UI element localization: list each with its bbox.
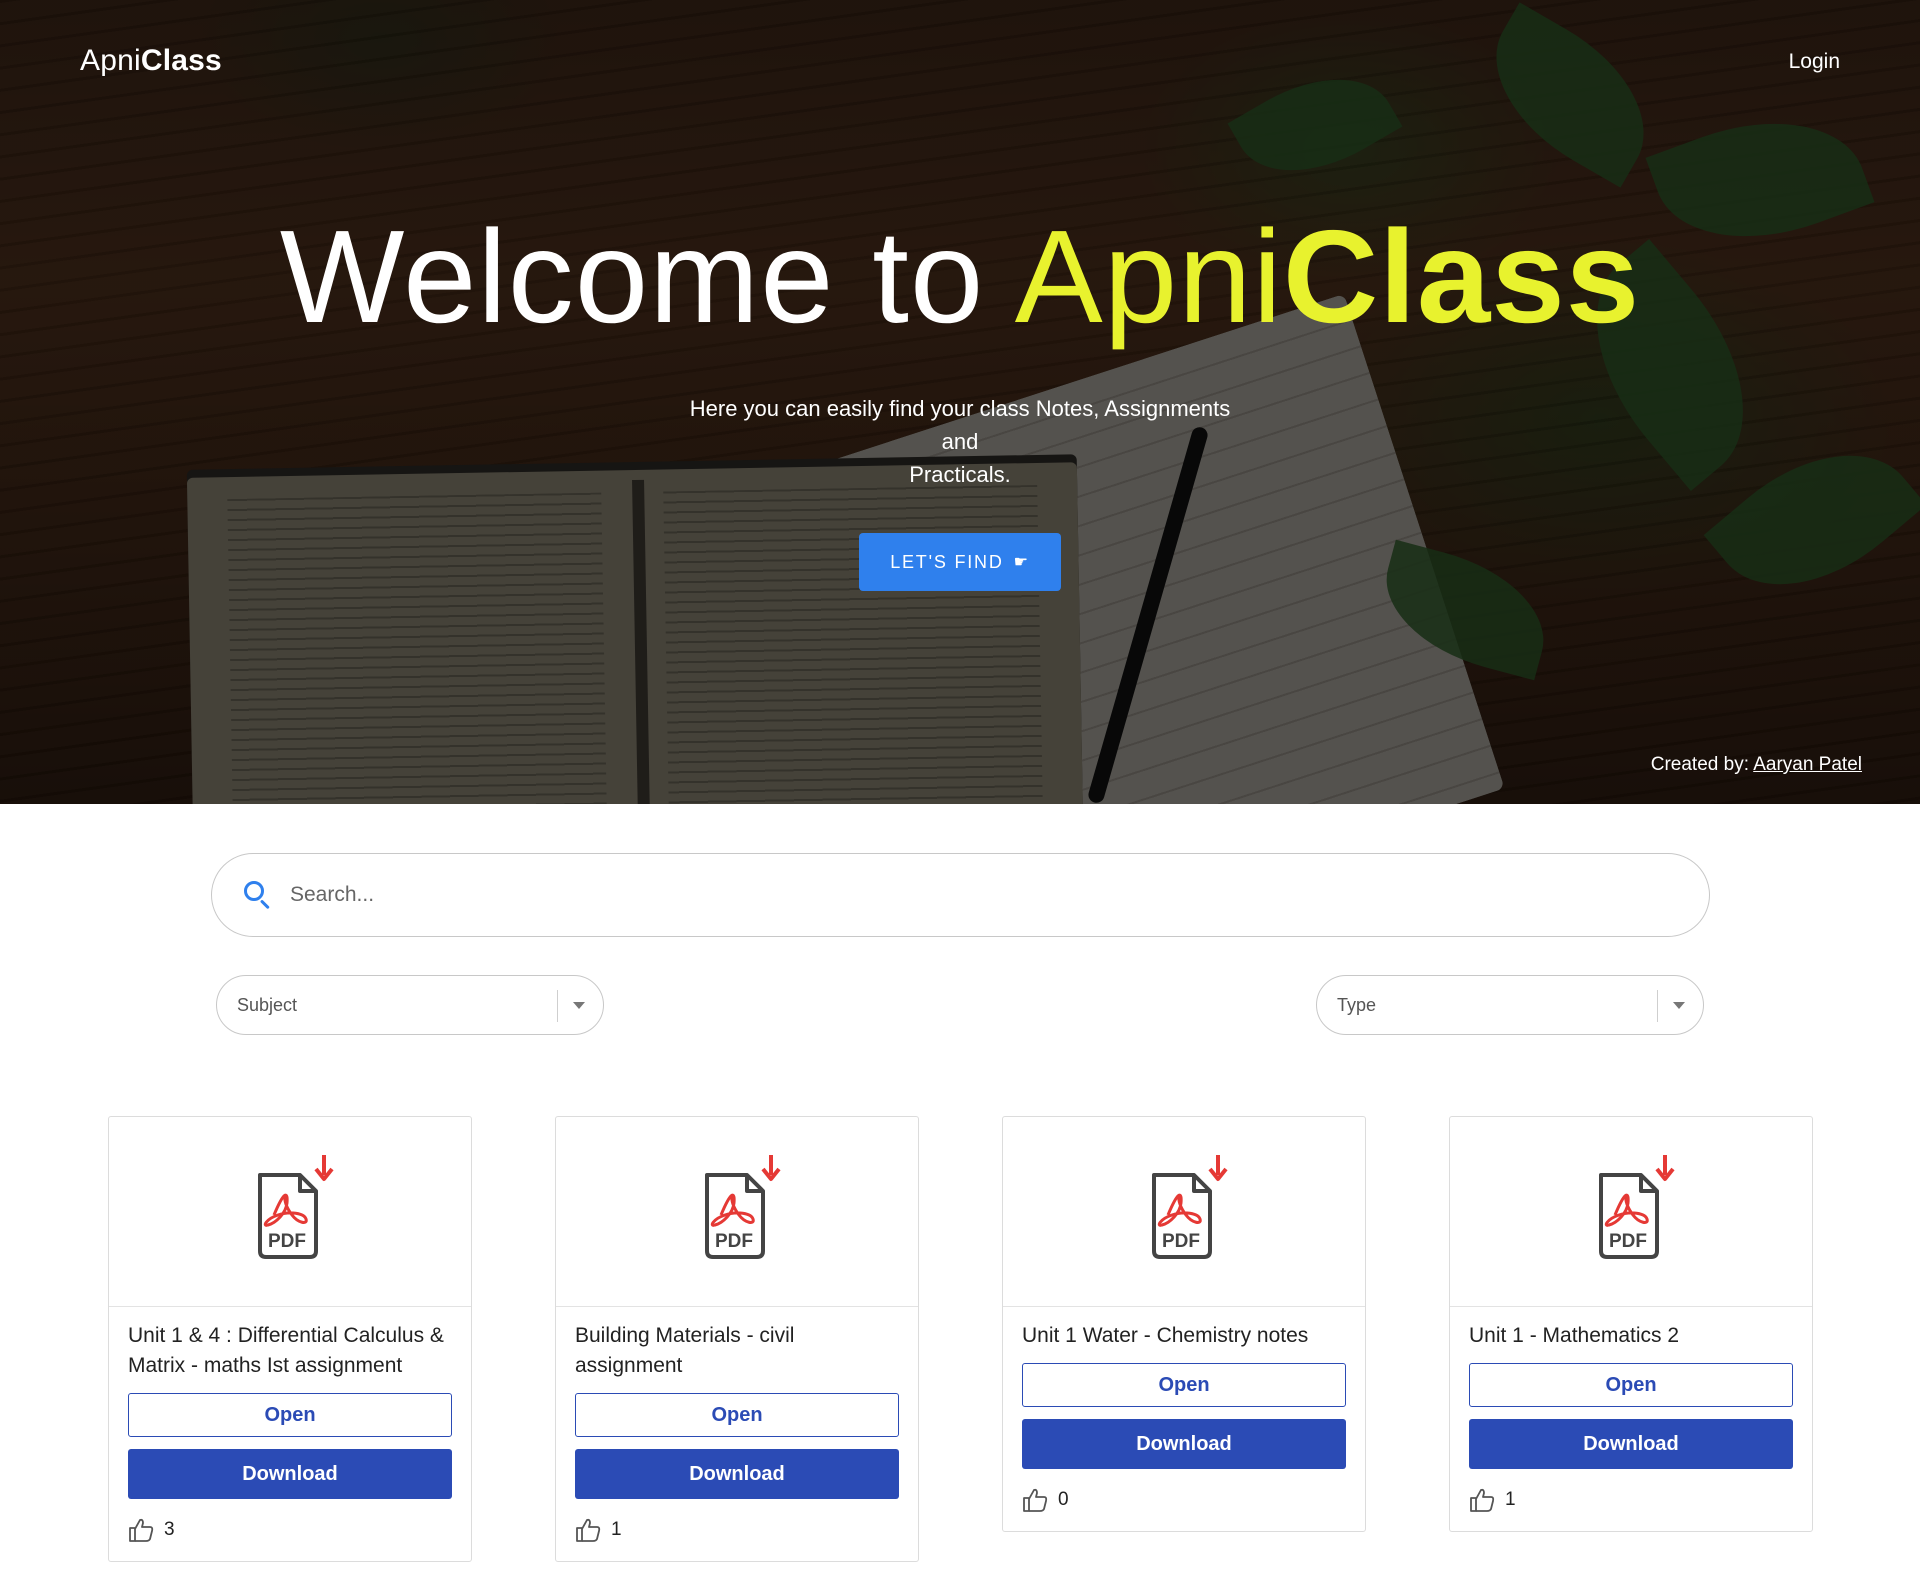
pdf-icon: PDF xyxy=(705,1155,781,1259)
resource-card: PDF Building Materials - civil assignmen… xyxy=(555,1116,919,1562)
download-button[interactable]: Download xyxy=(1022,1419,1346,1469)
like-count: 0 xyxy=(1058,1489,1069,1510)
search-input[interactable] xyxy=(290,883,1640,907)
lets-find-label: LET'S FIND xyxy=(890,551,1004,572)
type-select-label: Type xyxy=(1337,994,1377,1015)
pdf-icon: PDF xyxy=(1152,1155,1228,1259)
hero-title: Welcome to ApniClass xyxy=(0,202,1920,352)
select-divider xyxy=(557,990,558,1022)
thumbs-up-icon[interactable] xyxy=(575,1517,601,1543)
hero-title-welcome: Welcome to xyxy=(279,203,1015,350)
open-button[interactable]: Open xyxy=(128,1393,452,1437)
login-link[interactable]: Login xyxy=(1789,50,1840,74)
card-thumbnail: PDF xyxy=(1450,1117,1812,1307)
card-thumbnail: PDF xyxy=(1003,1117,1365,1307)
download-button[interactable]: Download xyxy=(1469,1419,1793,1469)
like-count: 3 xyxy=(164,1519,175,1540)
credit-label: Created by: xyxy=(1650,754,1754,775)
card-title: Unit 1 & 4 : Differential Calculus & Mat… xyxy=(128,1324,444,1377)
hero-banner: ApniClass Login Welcome to ApniClass Her… xyxy=(0,0,1920,804)
svg-text:PDF: PDF xyxy=(1609,1231,1647,1252)
card-body: Unit 1 & 4 : Differential Calculus & Mat… xyxy=(109,1307,471,1561)
search-bar[interactable] xyxy=(211,853,1710,937)
creator-link[interactable]: Aaryan Patel xyxy=(1753,754,1862,775)
like-count: 1 xyxy=(1505,1489,1516,1510)
lets-find-button[interactable]: LET'S FIND ☛ xyxy=(859,533,1061,591)
hero-subtitle: Here you can easily find your class Note… xyxy=(0,392,1920,491)
like-row: 3 xyxy=(128,1517,452,1543)
download-button[interactable]: Download xyxy=(575,1449,899,1499)
like-row: 0 xyxy=(1022,1487,1346,1513)
download-button[interactable]: Download xyxy=(128,1449,452,1499)
pointing-hand-icon: ☛ xyxy=(1013,554,1030,571)
brand-text-bold: Class xyxy=(140,44,222,77)
resource-card: PDF Unit 1 Water - Chemistry notes Open … xyxy=(1002,1116,1366,1532)
card-body: Unit 1 Water - Chemistry notes Open Down… xyxy=(1003,1307,1365,1531)
resource-card: PDF Unit 1 - Mathematics 2 Open Download… xyxy=(1449,1116,1813,1532)
card-body: Building Materials - civil assignment Op… xyxy=(556,1307,918,1561)
svg-text:PDF: PDF xyxy=(715,1231,753,1252)
subject-select-label: Subject xyxy=(237,994,298,1015)
pdf-icon: PDF xyxy=(258,1155,334,1259)
open-button[interactable]: Open xyxy=(1469,1363,1793,1407)
thumbs-up-icon[interactable] xyxy=(128,1517,154,1543)
select-divider xyxy=(1657,990,1658,1022)
hero-title-class: Class xyxy=(1282,203,1641,350)
like-row: 1 xyxy=(1469,1487,1793,1513)
resource-card: PDF Unit 1 & 4 : Differential Calculus &… xyxy=(108,1116,472,1562)
thumbs-up-icon[interactable] xyxy=(1022,1487,1048,1513)
card-thumbnail: PDF xyxy=(556,1117,918,1307)
card-title: Unit 1 Water - Chemistry notes xyxy=(1022,1324,1309,1347)
type-select[interactable]: Type xyxy=(1316,975,1704,1035)
like-row: 1 xyxy=(575,1517,899,1543)
svg-text:PDF: PDF xyxy=(268,1231,306,1252)
card-thumbnail: PDF xyxy=(109,1117,471,1307)
card-body: Unit 1 - Mathematics 2 Open Download 1 xyxy=(1450,1307,1812,1531)
chevron-down-icon xyxy=(573,1002,585,1009)
card-title: Unit 1 - Mathematics 2 xyxy=(1469,1324,1680,1347)
svg-text:PDF: PDF xyxy=(1162,1231,1200,1252)
like-count: 1 xyxy=(611,1519,622,1540)
thumbs-up-icon[interactable] xyxy=(1469,1487,1495,1513)
hero-subtitle-line: Practicals. xyxy=(909,462,1011,487)
open-button[interactable]: Open xyxy=(575,1393,899,1437)
card-title: Building Materials - civil assignment xyxy=(575,1324,795,1377)
subject-select[interactable]: Subject xyxy=(216,975,604,1035)
creator-credit: Created by: Aaryan Patel xyxy=(1651,754,1862,776)
hero-title-apni: Apni xyxy=(1014,203,1283,350)
hero-subtitle-line: Here you can easily find your class Note… xyxy=(689,396,1231,421)
hero-subtitle-line: and xyxy=(941,429,979,454)
open-button[interactable]: Open xyxy=(1022,1363,1346,1407)
brand-text-regular: Apni xyxy=(80,44,141,77)
chevron-down-icon xyxy=(1673,1002,1685,1009)
pdf-icon: PDF xyxy=(1599,1155,1675,1259)
brand-logo[interactable]: ApniClass xyxy=(80,44,222,78)
search-icon xyxy=(240,878,274,912)
